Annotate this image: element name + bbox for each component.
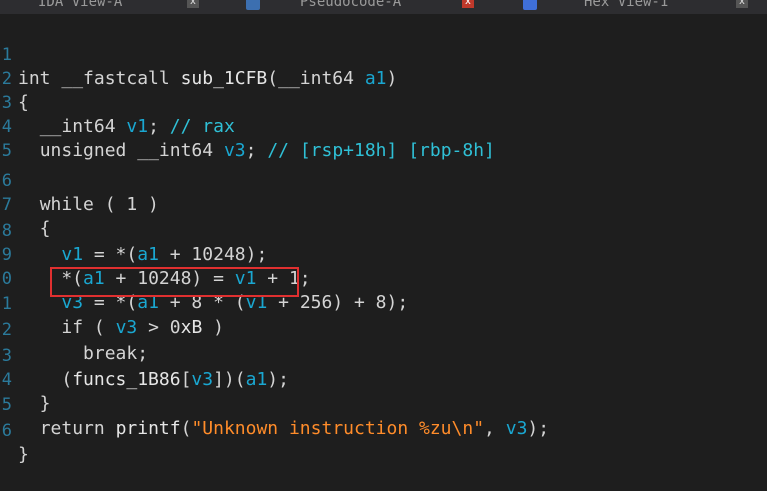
highlight-box — [50, 267, 299, 297]
code-line[interactable]: 8 v1 = *(a1 + 10248); — [0, 195, 767, 265]
line-number: 6 — [1, 421, 12, 441]
code-line[interactable]: 2 break; — [0, 294, 767, 364]
close-tab-pseudocode-a-button[interactable]: x — [462, 0, 474, 8]
hex-view-icon — [523, 0, 537, 10]
tab-bar: IDA View-A x Pseudocode-A x Hex View-1 x — [0, 0, 767, 14]
code-text[interactable]: return printf("Unknown instruction %zu\n… — [18, 417, 549, 441]
code-line[interactable]: 0 v3 = *(a1 + 8 * (v1 + 256) + 8); — [0, 243, 767, 313]
code-line[interactable]: 4 } — [0, 344, 767, 414]
code-line[interactable]: 2 { — [0, 43, 767, 113]
close-tab-ida-view-a-button[interactable]: x — [187, 0, 199, 8]
tab-hex-view-1[interactable]: Hex View-1 — [584, 0, 668, 14]
code-line[interactable]: 1 int __fastcall sub_1CFB(__int64 a1) — [0, 19, 767, 89]
code-line[interactable]: 3 (funcs_1B86[v3])(a1); — [0, 320, 767, 390]
code-line[interactable]: 7 { — [0, 169, 767, 239]
code-line[interactable]: 4 unsigned __int64 v3; // [rsp+18h] [rbp… — [0, 91, 767, 161]
code-line[interactable]: 9 *(a1 + 10248) = v1 + 1; — [0, 219, 767, 289]
pseudocode-editor[interactable]: 1 int __fastcall sub_1CFB(__int64 a1) 2 … — [0, 14, 767, 465]
code-line[interactable]: 3 __int64 v1; // rax — [0, 67, 767, 137]
tab-pseudocode-a[interactable]: Pseudocode-A — [300, 0, 401, 14]
code-text[interactable]: } — [18, 443, 29, 467]
code-line[interactable]: 5 — [0, 115, 767, 161]
pseudocode-icon — [246, 0, 260, 10]
code-line[interactable]: 6 } — [0, 395, 767, 465]
tab-ida-view-a[interactable]: IDA View-A — [38, 0, 122, 14]
close-tab-hex-view-1-button[interactable]: x — [736, 0, 748, 8]
code-line[interactable]: 6 while ( 1 ) — [0, 145, 767, 215]
code-line[interactable]: 5 return printf("Unknown instruction %zu… — [0, 369, 767, 439]
